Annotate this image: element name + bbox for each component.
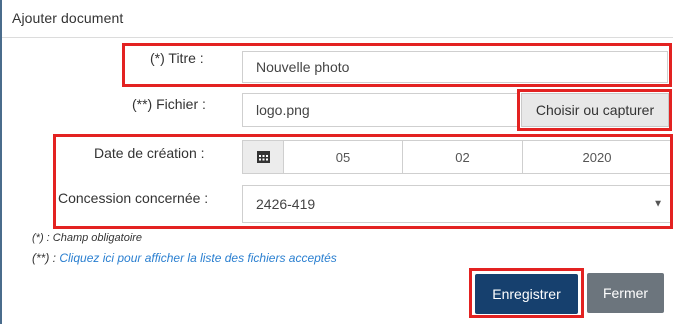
fichier-input[interactable]: logo.png bbox=[242, 93, 520, 127]
concession-selected-value: 2426-419 bbox=[256, 196, 316, 212]
calendar-button[interactable] bbox=[243, 141, 283, 173]
calendar-icon bbox=[256, 151, 270, 163]
concession-label: Concession concernée : bbox=[58, 190, 209, 206]
accepted-files-note: (**) : Cliquez ici pour afficher la list… bbox=[32, 251, 337, 265]
date-day-value: 05 bbox=[335, 149, 351, 165]
dialog-title: Ajouter document bbox=[12, 10, 124, 26]
date-year-input[interactable]: 2020 bbox=[522, 141, 671, 173]
choose-or-capture-button[interactable]: Choisir ou capturer bbox=[521, 93, 669, 127]
date-creation-label: Date de création : bbox=[94, 145, 205, 161]
dialog-header: Ajouter document bbox=[2, 0, 673, 38]
date-year-value: 2020 bbox=[582, 149, 612, 165]
accepted-files-prefix: (**) : bbox=[32, 251, 60, 265]
concession-select[interactable]: 2426-419 ▼ bbox=[242, 185, 672, 223]
titre-label: (*) Titre : bbox=[150, 50, 204, 66]
close-button[interactable]: Fermer bbox=[587, 273, 664, 313]
fichier-input-value: logo.png bbox=[256, 102, 310, 118]
date-day-input[interactable]: 05 bbox=[283, 141, 402, 173]
dialog-left-border bbox=[0, 0, 2, 324]
date-creation-field: 05 02 2020 bbox=[242, 140, 672, 174]
save-button[interactable]: Enregistrer bbox=[475, 274, 578, 314]
date-month-input[interactable]: 02 bbox=[402, 141, 522, 173]
chevron-down-icon: ▼ bbox=[653, 198, 663, 210]
accepted-files-link[interactable]: Cliquez ici pour afficher la liste des f… bbox=[59, 251, 336, 265]
titre-input-value: Nouvelle photo bbox=[256, 59, 350, 75]
date-month-value: 02 bbox=[455, 149, 470, 165]
titre-input[interactable]: Nouvelle photo bbox=[242, 51, 668, 83]
add-document-dialog: Ajouter document (*) Titre : Nouvelle ph… bbox=[0, 0, 673, 324]
fichier-label: (**) Fichier : bbox=[132, 96, 206, 112]
choose-or-capture-label: Choisir ou capturer bbox=[535, 102, 655, 118]
required-field-note: (*) : Champ obligatoire bbox=[32, 232, 143, 244]
save-button-label: Enregistrer bbox=[492, 286, 561, 302]
close-button-label: Fermer bbox=[602, 285, 649, 301]
